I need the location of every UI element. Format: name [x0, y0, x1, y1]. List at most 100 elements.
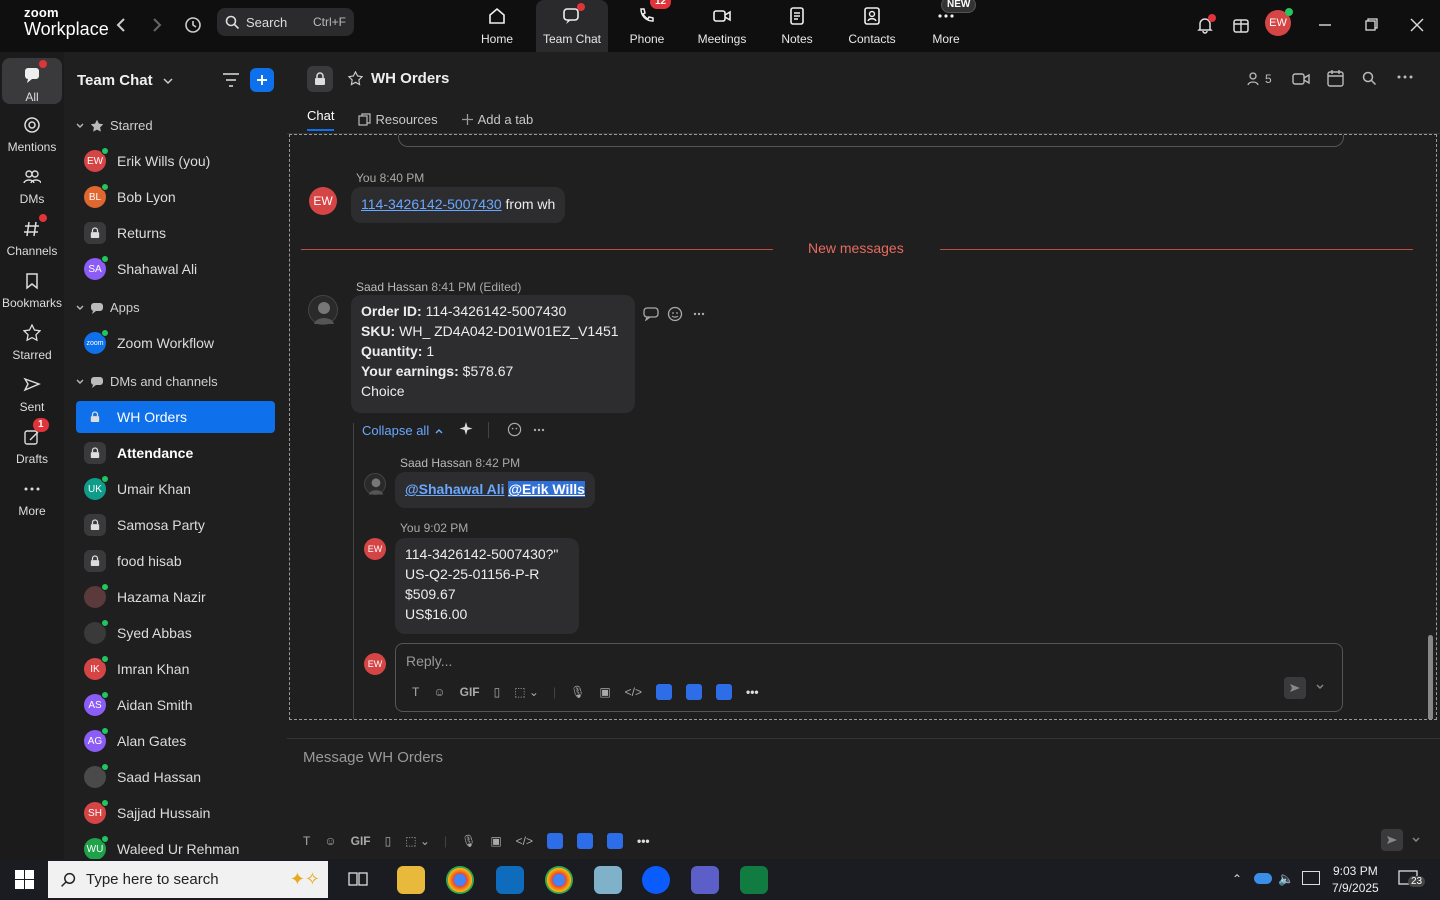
nav-team-chat[interactable]: Team Chat: [536, 0, 608, 52]
video-message-icon[interactable]: ▣: [490, 834, 501, 848]
text-format-icon[interactable]: T: [412, 685, 419, 699]
teams-icon[interactable]: [691, 866, 719, 894]
task-view-icon[interactable]: [348, 870, 368, 888]
clock[interactable]: 9:03 PM 7/9/2025: [1332, 863, 1379, 897]
nav-phone[interactable]: 12 Phone: [611, 0, 683, 52]
tab-resources[interactable]: Resources: [358, 108, 438, 131]
new-chat-button[interactable]: [250, 68, 274, 92]
chat-app-icon[interactable]: [716, 684, 733, 700]
code-snippet-icon[interactable]: </>: [625, 685, 642, 699]
sidebar-item[interactable]: SA Shahawal Ali: [76, 253, 275, 285]
file-icon[interactable]: ▯: [385, 834, 392, 848]
nav-more[interactable]: NEW More: [910, 0, 982, 52]
emoji-reaction-icon[interactable]: [507, 422, 522, 437]
rail-starred[interactable]: Starred: [2, 322, 62, 362]
reply-input[interactable]: Reply...: [406, 653, 452, 669]
search-input[interactable]: Search Ctrl+F: [217, 8, 354, 36]
sidebar-item[interactable]: zoom Zoom Workflow: [76, 327, 275, 359]
sidebar-item[interactable]: WH Orders: [76, 401, 275, 433]
sidebar-item[interactable]: BL Bob Lyon: [76, 181, 275, 213]
section-starred[interactable]: Starred: [76, 118, 153, 133]
rail-bookmarks[interactable]: Bookmarks: [2, 270, 62, 310]
app-icon[interactable]: [594, 866, 622, 894]
sidebar-item[interactable]: SH Sajjad Hussain: [76, 797, 275, 829]
more-options-icon[interactable]: [533, 428, 545, 432]
section-dms-channels[interactable]: DMs and channels: [76, 374, 218, 389]
order-message-bubble[interactable]: Order ID: 114-3426142-5007430 SKU: WH_ ZD…: [351, 295, 635, 413]
user-avatar[interactable]: EW: [1265, 8, 1293, 36]
sidebar-item[interactable]: UK Umair Khan: [76, 473, 275, 505]
code-snippet-icon[interactable]: </>: [516, 834, 533, 848]
collapse-all-button[interactable]: Collapse all: [362, 423, 443, 438]
search-icon[interactable]: [1362, 71, 1377, 86]
more-dots-icon[interactable]: •••: [746, 685, 759, 699]
more-dots-icon[interactable]: •••: [637, 834, 650, 848]
rail-more[interactable]: More: [2, 478, 62, 518]
rail-all[interactable]: All: [2, 58, 62, 104]
nav-notes[interactable]: Notes: [761, 0, 833, 52]
rail-drafts[interactable]: 1 Drafts: [2, 418, 62, 466]
doc-app-icon[interactable]: [656, 684, 673, 700]
nav-meetings[interactable]: Meetings: [686, 0, 758, 52]
sidebar-item[interactable]: Hazama Nazir: [76, 581, 275, 613]
channel-title[interactable]: WH Orders: [371, 70, 449, 87]
gif-icon[interactable]: GIF: [460, 685, 480, 699]
sidebar-item[interactable]: AS Aidan Smith: [76, 689, 275, 721]
rail-sent[interactable]: Sent: [2, 374, 62, 414]
sidebar-item[interactable]: Syed Abbas: [76, 617, 275, 649]
order-link[interactable]: 114-3426142-5007430: [361, 196, 502, 212]
members-button[interactable]: 5: [1247, 72, 1272, 86]
sidebar-item[interactable]: EW Erik Wills (you): [76, 145, 275, 177]
filter-icon[interactable]: [222, 72, 240, 88]
video-message-icon[interactable]: ▣: [599, 685, 610, 699]
avatar[interactable]: [308, 295, 338, 325]
ai-sparkle-icon[interactable]: [458, 421, 474, 437]
video-call-icon[interactable]: [1292, 71, 1310, 87]
history-icon[interactable]: [182, 14, 204, 36]
doc-app-icon[interactable]: [547, 833, 564, 849]
microphone-icon[interactable]: 🎙: [461, 834, 476, 848]
volume-icon[interactable]: 🔈: [1278, 871, 1294, 887]
file-explorer-icon[interactable]: [397, 866, 425, 894]
calendar-icon[interactable]: [1327, 70, 1344, 87]
nav-home[interactable]: Home: [461, 0, 533, 52]
sidebar-item[interactable]: AG Alan Gates: [76, 725, 275, 757]
calendar-gift-icon[interactable]: [1230, 14, 1252, 36]
avatar[interactable]: EW: [364, 538, 386, 560]
nav-contacts[interactable]: Contacts: [836, 0, 908, 52]
chat-app-icon[interactable]: [607, 833, 624, 849]
sidebar-item[interactable]: food hisab: [76, 545, 275, 577]
section-apps[interactable]: Apps: [76, 300, 140, 315]
tab-add[interactable]: Add a tab: [461, 108, 533, 131]
onedrive-icon[interactable]: [1254, 873, 1272, 884]
sidebar-title[interactable]: Team Chat: [77, 72, 173, 89]
chrome-profile-icon[interactable]: [545, 866, 573, 894]
file-icon[interactable]: ▯: [494, 685, 501, 699]
chevron-down-icon[interactable]: [1412, 837, 1420, 843]
bell-icon[interactable]: [1194, 14, 1216, 36]
chevron-down-icon[interactable]: [1316, 684, 1324, 690]
gif-icon[interactable]: GIF: [351, 834, 371, 848]
tab-chat[interactable]: Chat: [307, 108, 335, 131]
outlook-icon[interactable]: [496, 866, 524, 894]
text-format-icon[interactable]: T: [303, 834, 310, 848]
minimize-button[interactable]: [1310, 10, 1340, 40]
sidebar-item[interactable]: Returns: [76, 217, 275, 249]
workflow-app-icon[interactable]: [577, 833, 594, 849]
windows-start-icon[interactable]: [15, 870, 34, 889]
screenshot-icon[interactable]: ⬚ ⌄: [514, 685, 539, 699]
send-button[interactable]: [1381, 829, 1403, 851]
excel-icon[interactable]: [740, 866, 768, 894]
rail-channels[interactable]: Channels: [2, 214, 62, 258]
screenshot-icon[interactable]: ⬚ ⌄: [405, 834, 430, 848]
display-icon[interactable]: [1302, 871, 1320, 885]
more-options-icon[interactable]: [693, 312, 705, 316]
chevron-up-icon[interactable]: ⌃: [1232, 872, 1242, 886]
reply-icon[interactable]: [643, 307, 659, 321]
close-button[interactable]: [1402, 10, 1432, 40]
zoom-icon[interactable]: [642, 866, 670, 894]
emoji-icon[interactable]: ☺: [433, 685, 445, 699]
mention-message-bubble[interactable]: @Shahawal Ali @Erik Wills: [395, 472, 595, 508]
taskbar-search[interactable]: Type here to search ✦✧: [48, 861, 328, 898]
forward-arrow-icon[interactable]: [146, 14, 168, 36]
